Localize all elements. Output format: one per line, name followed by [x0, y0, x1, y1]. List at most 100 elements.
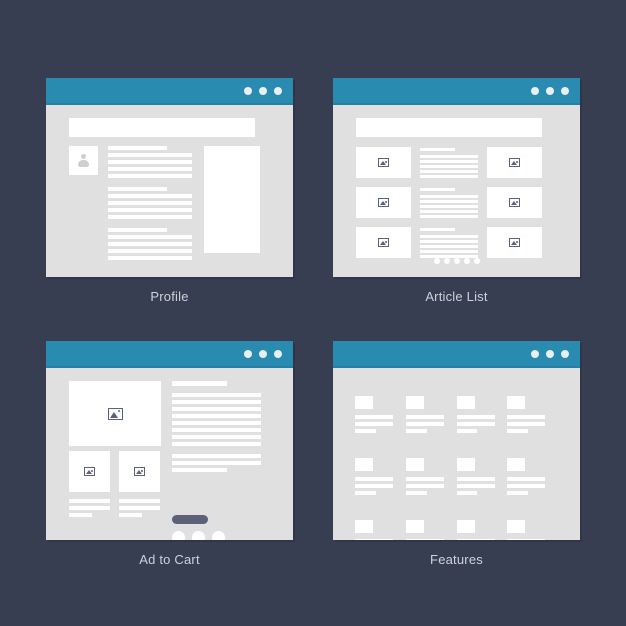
window-control-dot[interactable] [561, 86, 569, 95]
viewport-ad-to-cart [46, 368, 293, 540]
feature-cell[interactable] [405, 458, 444, 498]
card-ad-to-cart[interactable]: Ad to Cart [46, 341, 293, 567]
feature-icon-box [507, 396, 526, 409]
article-thumbnail[interactable] [487, 187, 542, 218]
feature-icon-box [405, 520, 424, 533]
feature-icon-box [456, 458, 475, 471]
article-text [420, 147, 478, 180]
feature-icon-box [507, 458, 526, 471]
article-thumbnail[interactable] [356, 187, 411, 218]
feature-cell[interactable] [355, 458, 393, 498]
window-control-dot[interactable] [244, 349, 252, 358]
viewport-profile [46, 105, 293, 277]
article-rows [356, 147, 542, 267]
browser-window-profile [46, 78, 293, 277]
feature-cell[interactable] [405, 520, 444, 540]
feature-cell[interactable] [355, 520, 393, 540]
feature-cell[interactable] [507, 396, 546, 436]
browser-window-ad-to-cart [46, 341, 293, 540]
option-swatch[interactable] [212, 531, 225, 540]
thumbnail-captions [69, 499, 160, 520]
pagination-dot[interactable] [473, 258, 480, 264]
window-control-dot[interactable] [244, 86, 252, 95]
article-row[interactable] [356, 227, 542, 260]
article-text [420, 187, 478, 220]
hero-image[interactable] [69, 381, 161, 446]
search-bar[interactable] [69, 118, 255, 137]
titlebar [333, 78, 580, 105]
feature-grid [355, 396, 558, 540]
card-caption-ad-to-cart: Ad to Cart [139, 552, 200, 567]
feature-cell[interactable] [507, 520, 546, 540]
card-caption-profile: Profile [150, 289, 189, 304]
pagination[interactable] [333, 258, 580, 264]
image-icon [509, 158, 520, 167]
window-control-dot[interactable] [274, 349, 282, 358]
pagination-dot[interactable] [453, 258, 460, 264]
thumbnail-strip [69, 451, 160, 492]
titlebar [46, 78, 293, 105]
window-control-dot[interactable] [546, 349, 554, 358]
paragraph [108, 146, 192, 178]
window-control-dot[interactable] [259, 349, 267, 358]
image-icon [134, 467, 145, 476]
window-control-dot[interactable] [546, 86, 554, 95]
feature-icon-box [355, 520, 373, 533]
image-icon [509, 238, 520, 247]
browser-window-article-list [333, 78, 580, 277]
feature-icon-box [456, 396, 475, 409]
product-title [172, 381, 228, 386]
product-thumbnail[interactable] [119, 451, 160, 492]
article-row[interactable] [356, 147, 542, 180]
feature-icon-box [355, 396, 373, 409]
feature-cell[interactable] [355, 396, 393, 436]
image-icon [378, 158, 389, 167]
image-icon [378, 238, 389, 247]
profile-text-block [108, 146, 192, 269]
person-icon [77, 154, 90, 167]
feature-icon-box [456, 520, 475, 533]
viewport-article-list [333, 105, 580, 277]
card-article-list[interactable]: Article List [333, 78, 580, 304]
window-control-dot[interactable] [531, 86, 539, 95]
image-icon [107, 407, 123, 420]
titlebar [46, 341, 293, 368]
image-icon [378, 198, 389, 207]
thumbnail-caption [119, 499, 160, 520]
card-profile[interactable]: Profile [46, 78, 293, 304]
paragraph [172, 393, 261, 446]
article-row[interactable] [356, 187, 542, 220]
window-control-dot[interactable] [561, 349, 569, 358]
pagination-dot[interactable] [433, 258, 440, 264]
window-control-dot[interactable] [274, 86, 282, 95]
article-thumbnail[interactable] [487, 147, 542, 178]
article-thumbnail[interactable] [356, 227, 411, 258]
avatar [69, 146, 98, 175]
product-thumbnail[interactable] [69, 451, 110, 492]
titlebar [333, 341, 580, 368]
feature-cell[interactable] [405, 396, 444, 436]
feature-cell[interactable] [456, 396, 495, 436]
option-swatch[interactable] [172, 531, 185, 540]
feature-icon-box [405, 458, 424, 471]
window-control-dot[interactable] [531, 349, 539, 358]
feature-icon-box [507, 520, 526, 533]
article-thumbnail[interactable] [356, 147, 411, 178]
card-features[interactable]: Features [333, 341, 580, 567]
add-to-cart-button[interactable] [172, 515, 208, 524]
window-control-dot[interactable] [259, 86, 267, 95]
feature-icon-box [405, 396, 424, 409]
article-text [420, 227, 478, 260]
pagination-dot[interactable] [443, 258, 450, 264]
article-thumbnail[interactable] [487, 227, 542, 258]
feature-cell[interactable] [456, 520, 495, 540]
paragraph [172, 454, 261, 472]
feature-cell[interactable] [456, 458, 495, 498]
feature-icon-box [355, 458, 373, 471]
thumbnail-caption [69, 499, 110, 520]
feature-cell[interactable] [507, 458, 546, 498]
search-bar[interactable] [356, 118, 542, 137]
option-swatch[interactable] [192, 531, 205, 540]
pagination-dot[interactable] [463, 258, 470, 264]
paragraph [108, 228, 192, 260]
